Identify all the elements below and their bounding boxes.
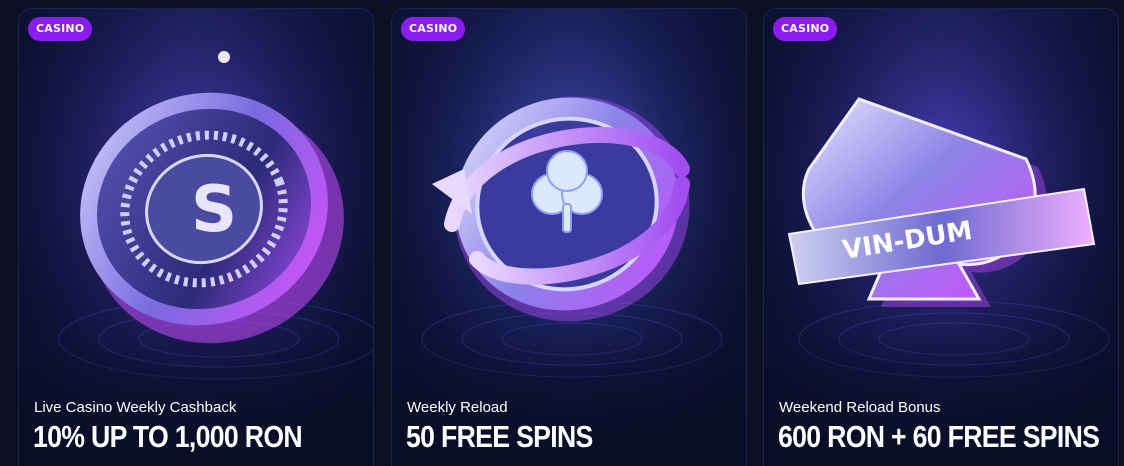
spade-emblem-icon: VIN-DUM: [764, 9, 1118, 389]
clover-coin-icon: [392, 9, 746, 389]
casino-badge: CASINO: [773, 17, 838, 41]
roulette-chip-icon: S: [19, 9, 373, 389]
promotions-row: S CASINO Live Casino Weekly Cashback 10%…: [0, 0, 1124, 466]
promo-card-live-casino-cashback[interactable]: S CASINO Live Casino Weekly Cashback 10%…: [18, 8, 374, 466]
svg-text:S: S: [191, 173, 237, 247]
promo-subtitle: Weekly Reload: [407, 399, 508, 416]
promo-title: 10% UP TO 1,000 RON: [33, 419, 303, 454]
promo-title: 50 FREE SPINS: [406, 419, 593, 454]
promo-title: 600 RON + 60 FREE SPINS: [778, 419, 1100, 454]
promo-subtitle: Live Casino Weekly Cashback: [34, 399, 237, 416]
promo-subtitle: Weekend Reload Bonus: [779, 399, 941, 416]
casino-badge: CASINO: [28, 17, 93, 41]
casino-badge: CASINO: [401, 17, 466, 41]
promo-card-weekly-reload[interactable]: CASINO Weekly Reload 50 FREE SPINS: [391, 8, 747, 466]
promo-card-weekend-reload-bonus[interactable]: VIN-DUM CASINO Weekend Reload Bonus 600 …: [763, 8, 1119, 466]
